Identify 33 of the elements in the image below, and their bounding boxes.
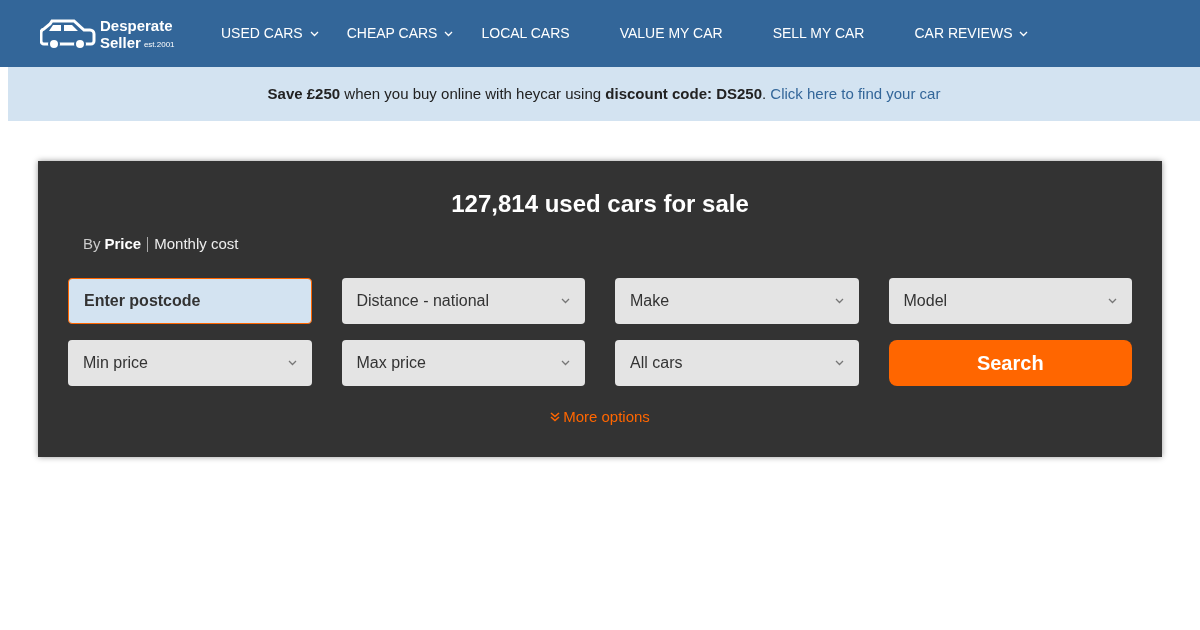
find-car-link[interactable]: Click here to find your car xyxy=(770,84,941,102)
sort-mode-tab[interactable]: Monthly cost xyxy=(154,233,239,256)
logo-tagline: est.2001 xyxy=(143,38,175,51)
dropdown-field[interactable]: Make xyxy=(615,277,859,324)
nav-link[interactable]: VALUE MY CAR xyxy=(619,23,723,44)
chevron-down-icon xyxy=(561,297,570,304)
nav-link[interactable]: USED CARS xyxy=(221,23,319,44)
chevron-down-icon xyxy=(287,359,297,366)
promo-text: Save £250 when you buy online with heycar using discount code: DS250. Click here to find your car xyxy=(267,83,941,104)
logo-text[interactable]: Desperate xyxy=(100,16,175,34)
sort-mode-tab[interactable]: Price xyxy=(104,233,142,256)
chevron-down-icon xyxy=(561,359,570,366)
double-chevron-down-icon xyxy=(550,411,561,422)
dropdown-field[interactable]: All cars xyxy=(615,339,859,386)
dropdown-field[interactable]: Max price xyxy=(341,339,585,386)
nav-link[interactable]: LOCAL CARS xyxy=(481,23,570,44)
nav-link[interactable]: CHEAP CARS xyxy=(346,23,454,44)
nav-link[interactable]: SELL MY CAR xyxy=(772,23,865,44)
nav-link[interactable]: CAR REVIEWS xyxy=(914,23,1029,44)
more-options-link[interactable]: More options xyxy=(550,405,650,428)
chevron-down-icon xyxy=(1019,30,1029,37)
results-heading: 127,814 used cars for sale xyxy=(450,189,750,219)
logo-text[interactable]: Seller xyxy=(100,33,141,51)
sort-label: By xyxy=(83,234,101,254)
chevron-down-icon xyxy=(834,297,844,304)
postcode-field[interactable]: Enter postcode xyxy=(68,277,312,324)
dropdown-field[interactable]: Distance - national xyxy=(341,277,585,324)
chevron-down-icon xyxy=(309,30,319,37)
chevron-down-icon xyxy=(834,359,844,366)
dropdown-field[interactable]: Model xyxy=(888,277,1132,324)
dropdown-field[interactable]: Min price xyxy=(68,339,312,386)
chevron-down-icon xyxy=(1108,297,1117,304)
chevron-down-icon xyxy=(444,30,454,37)
